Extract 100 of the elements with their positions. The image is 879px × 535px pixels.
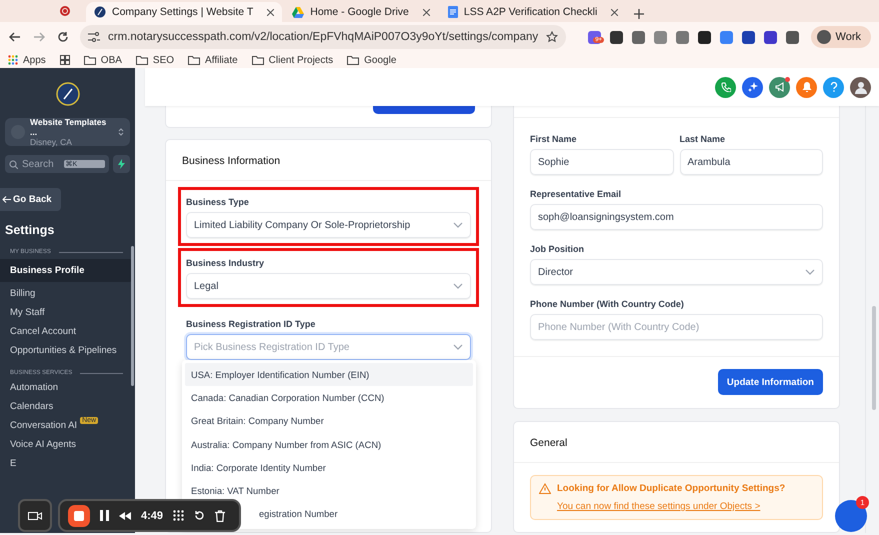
- new-tab-icon[interactable]: [634, 9, 644, 19]
- profile-button[interactable]: Work: [810, 26, 871, 48]
- folder-icon: [188, 55, 200, 65]
- sidebar-item[interactable]: Business Profile: [0, 259, 133, 282]
- field-label: First Name: [530, 134, 578, 144]
- back-arrow-icon[interactable]: [8, 30, 22, 44]
- dropdown-option[interactable]: egistration Number: [253, 502, 344, 526]
- stop-button[interactable]: [68, 504, 90, 526]
- close-icon[interactable]: [611, 8, 618, 16]
- person-silhouette-icon: [854, 80, 868, 94]
- reload-icon[interactable]: [56, 30, 70, 44]
- bookmark[interactable]: Google: [347, 54, 396, 66]
- scrollbar[interactable]: [131, 246, 134, 386]
- sidebar-item[interactable]: My Staff: [10, 305, 45, 320]
- extension-icon[interactable]: [698, 30, 712, 44]
- chevron-down-icon: [453, 283, 463, 289]
- search-icon: [9, 160, 18, 168]
- field-label: Job Position: [530, 244, 585, 254]
- pause-icon[interactable]: [100, 510, 109, 521]
- browser-tab[interactable]: Company Settings | Website T: [86, 2, 282, 22]
- phone-button[interactable]: [715, 76, 736, 98]
- field-label: Phone Number (With Country Code): [530, 299, 685, 309]
- avatar-icon: [816, 30, 831, 44]
- bookmark[interactable]: Client Projects: [252, 54, 334, 66]
- card-title: Business Information: [166, 140, 491, 181]
- extension-icon[interactable]: [764, 30, 778, 44]
- sidebar-item[interactable]: Automation: [10, 380, 58, 395]
- field-label: Last Name: [680, 134, 726, 144]
- text-field[interactable]: Sophie: [530, 149, 674, 175]
- recording-time: 4:49: [141, 510, 164, 522]
- location-switcher[interactable]: Website Templates ... Disney, CA: [5, 118, 130, 146]
- bookmark[interactable]: SEO: [136, 54, 174, 66]
- dropdown-option[interactable]: Estonia: VAT Number: [185, 479, 473, 503]
- extension-icon[interactable]: [786, 30, 800, 44]
- sidebar-item[interactable]: Cancel Account: [10, 324, 76, 339]
- slash-logo-icon: [94, 6, 106, 18]
- chevron-down-icon: [453, 222, 463, 228]
- sidebar-item[interactable]: E: [10, 456, 16, 471]
- folder-icon: [84, 55, 96, 65]
- extension-icon[interactable]: [610, 30, 624, 44]
- grid-icon[interactable]: [60, 55, 70, 65]
- record-icon: [60, 6, 70, 16]
- folder-icon: [252, 55, 264, 65]
- field-label: Business Industry: [186, 258, 266, 268]
- field-label: Business Type: [186, 197, 250, 207]
- field-label: Business Registration ID Type: [186, 319, 316, 329]
- sidebar-item[interactable]: Billing: [10, 286, 36, 301]
- dropdown-option[interactable]: Great Britain: Company Number: [185, 410, 473, 433]
- slash-logo-icon: [56, 82, 80, 106]
- browser-tab[interactable]: LSS A2P Verification Checkli: [440, 2, 626, 22]
- close-icon[interactable]: [422, 8, 430, 16]
- select-field[interactable]: Limited Liability Company Or Sole-Proprietorship: [186, 212, 471, 238]
- apps-grid-icon: [8, 55, 18, 65]
- dropdown-option[interactable]: USA: Employer Identification Number (EIN): [185, 363, 473, 386]
- bookmark[interactable]: Affiliate: [188, 54, 238, 66]
- user-avatar[interactable]: [850, 76, 871, 98]
- dropdown-option[interactable]: Australia: Company Number from ASIC (ACN): [185, 432, 473, 456]
- rewind-icon[interactable]: [119, 512, 131, 520]
- restart-icon[interactable]: [194, 510, 206, 521]
- browser-tab[interactable]: Home - Google Drive: [284, 2, 438, 22]
- bookmark[interactable]: OBA: [84, 54, 122, 66]
- alert-title: Looking for Allow Duplicate Opportunity Settings?: [557, 483, 786, 494]
- camera-button[interactable]: [18, 499, 52, 532]
- phone-icon: [720, 82, 730, 92]
- sparkle-button[interactable]: [742, 76, 763, 98]
- lightning-icon: [118, 159, 125, 169]
- bookmark[interactable]: Apps: [8, 54, 46, 66]
- select-field[interactable]: Legal: [186, 273, 471, 299]
- update-button[interactable]: Update Information: [718, 369, 823, 395]
- sidebar-item[interactable]: Voice AI Agents: [10, 437, 76, 452]
- question-mark-icon: [830, 82, 838, 92]
- folder-icon: [136, 55, 148, 65]
- sidebar-item[interactable]: Opportunities & Pipelines: [10, 343, 117, 358]
- camera-icon: [28, 510, 42, 520]
- sidebar-item[interactable]: Calendars: [10, 399, 54, 414]
- address-bar[interactable]: crm.notarysuccesspath.com/v2/location/EpFVhqMAiP007O3y9oYt/settings/company: [80, 25, 566, 49]
- triangle-logo-icon: [292, 6, 304, 18]
- text-field[interactable]: Arambula: [680, 149, 823, 175]
- star-icon[interactable]: [546, 31, 558, 43]
- document-icon: [448, 6, 458, 18]
- chevron-down-icon: [805, 269, 815, 275]
- go-back-button[interactable]: Go Back: [0, 188, 61, 211]
- folder-icon: [347, 55, 360, 65]
- announcement-button[interactable]: [769, 76, 790, 98]
- text-field[interactable]: soph@loansigningsystem.com: [530, 204, 823, 230]
- close-icon[interactable]: [267, 8, 274, 16]
- select-field[interactable]: Director: [530, 259, 823, 285]
- site-settings-icon[interactable]: [88, 32, 100, 42]
- scrollbar[interactable]: [872, 306, 876, 410]
- dropdown-option[interactable]: Canada: Canadian Corporation Number (CCN): [185, 386, 473, 410]
- extension-icon[interactable]: [742, 30, 756, 44]
- chevron-down-icon: [453, 344, 463, 350]
- field-label: Representative Email: [530, 189, 622, 199]
- lightning-button[interactable]: [113, 155, 130, 173]
- notifications-button[interactable]: [796, 76, 817, 98]
- sparkle-icon: [748, 82, 758, 92]
- dropdown-option[interactable]: India: Corporate Identity Number: [185, 456, 473, 480]
- trash-icon[interactable]: [215, 510, 226, 522]
- help-button[interactable]: [823, 76, 844, 98]
- grid-dots-icon[interactable]: [173, 510, 184, 521]
